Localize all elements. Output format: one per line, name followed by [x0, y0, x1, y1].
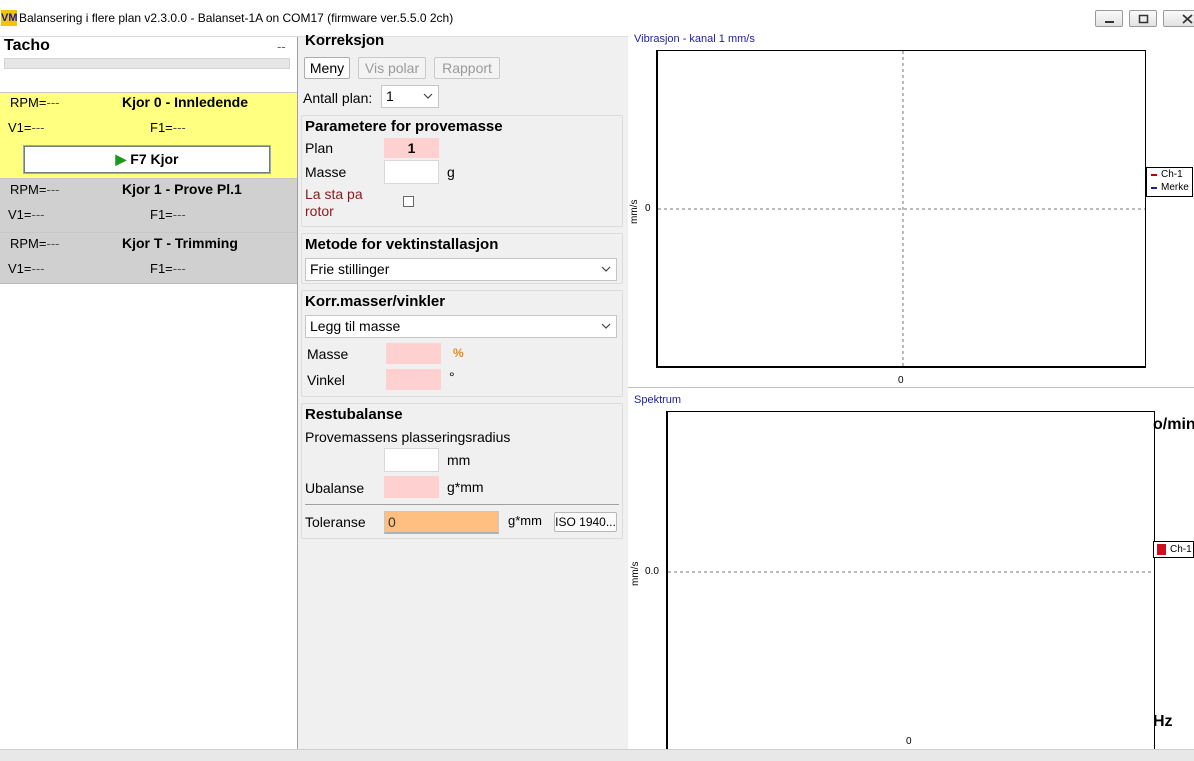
chart-panel: Vibrasjon - kanal 1 mm/s mm/s 0 0 Ch-1 M…	[628, 31, 1194, 761]
minimize-button[interactable]	[1095, 10, 1123, 27]
restore-icon	[1138, 14, 1149, 24]
tacho-value: --	[277, 39, 286, 54]
plane-value: 1	[384, 138, 439, 158]
trial-mass-unit: g	[447, 164, 455, 180]
correction-panel: Korreksjon Meny Vis polar Rapport Antall…	[298, 32, 628, 749]
legend-swatch	[1151, 174, 1157, 176]
report-button[interactable]: Rapport	[434, 57, 500, 79]
correction-mass-label: Masse	[307, 346, 349, 362]
tolerance-input[interactable]: 0	[384, 511, 499, 534]
correction-title: Korreksjon	[305, 32, 385, 49]
trial-mass-label: Masse	[305, 164, 347, 180]
run-t-f1: F1=---	[150, 261, 186, 276]
vibration-plot-area[interactable]	[656, 50, 1146, 368]
run-t-name: Kjor T - Trimming	[122, 235, 238, 251]
radius-input[interactable]	[384, 448, 439, 472]
correction-angle-unit: °	[449, 369, 455, 385]
trial-mass-group: Parametere for provemasse Plan 1 Masse g…	[301, 115, 623, 227]
spectrum-unit-top: o/min	[1153, 416, 1194, 433]
residual-unbalance-group: Restubalanse Provemassens plasseringsrad…	[301, 403, 623, 539]
run-t-card[interactable]: RPM=--- Kjor T - Trimming V1=--- F1=---	[0, 232, 297, 284]
run-t-v1: V1=---	[8, 261, 45, 276]
correction-angle-label: Vinkel	[307, 372, 345, 388]
tacho-progress-bar	[4, 58, 290, 69]
chevron-down-icon	[601, 266, 611, 272]
minimize-icon	[1105, 21, 1114, 23]
run-1-rpm: RPM=---	[10, 182, 60, 197]
vibration-chart-svg	[658, 51, 1145, 366]
unbalance-label: Ubalanse	[305, 480, 365, 496]
radius-unit: mm	[447, 452, 471, 468]
plane-label: Plan	[305, 140, 334, 156]
app-icon: VM	[1, 10, 18, 26]
tolerance-label: Toleranse	[305, 514, 366, 530]
maximize-button[interactable]	[1129, 10, 1157, 27]
correction-masses-title: Korr.masser/vinkler	[305, 293, 446, 310]
planes-select[interactable]: 1	[381, 85, 439, 108]
run-1-f1: F1=---	[150, 207, 186, 222]
unbalance-value	[384, 476, 439, 498]
run-0-card[interactable]: RPM=--- Kjor 0 - Innledende V1=--- F1=--…	[0, 92, 297, 178]
spectrum-legend: Ch-1	[1153, 541, 1194, 558]
run-1-name: Kjor 1 - Prove Pl.1	[122, 181, 242, 197]
tacho-title: Tacho	[4, 37, 50, 54]
iso-1940-button[interactable]: ISO 1940...	[554, 512, 617, 532]
leave-on-rotor-label-1: La sta pa	[305, 186, 363, 202]
spectrum-xtick-zero: 0	[906, 736, 912, 747]
chevron-down-icon	[601, 323, 611, 329]
run-0-v1: V1=---	[8, 120, 45, 135]
correction-mass-unit: %	[453, 346, 464, 360]
vibration-ytick-zero: 0	[645, 203, 651, 214]
legend-item: Merke	[1147, 181, 1192, 194]
method-select[interactable]: Frie stillinger	[305, 258, 617, 281]
play-icon: ▶	[115, 151, 127, 167]
method-group: Metode for vektinstallasjon Frie stillin…	[301, 233, 623, 284]
window-title: Balansering i flere plan v2.3.0.0 - Bala…	[19, 11, 454, 25]
leave-on-rotor-checkbox[interactable]	[403, 196, 414, 207]
residual-title: Restubalanse	[305, 406, 403, 423]
vibration-ylabel: mm/s	[629, 199, 640, 224]
method-title: Metode for vektinstallasjon	[305, 236, 499, 253]
trial-mass-input[interactable]	[384, 160, 439, 184]
correction-angle-value	[386, 369, 441, 390]
run-button[interactable]: ▶ F7 Kjor	[23, 145, 271, 174]
menu-button[interactable]: Meny	[304, 57, 350, 79]
radius-label: Provemassens plasseringsradius	[305, 429, 511, 445]
run-t-rpm: RPM=---	[10, 236, 60, 251]
spectrum-chart-title: Spektrum	[634, 394, 682, 406]
unbalance-unit: g*mm	[447, 479, 484, 495]
status-bar	[0, 749, 1194, 761]
close-icon	[1182, 14, 1193, 24]
spectrum-chart-svg	[668, 571, 1154, 573]
legend-item: Ch-1	[1154, 542, 1193, 558]
spectrum-ylabel: mm/s	[630, 561, 641, 586]
correction-mass-value	[386, 343, 441, 364]
run-0-name: Kjor 0 - Innledende	[122, 94, 249, 110]
spectrum-ytick-zero: 0.0	[645, 566, 659, 577]
correction-masses-group: Korr.masser/vinkler Legg til masse Masse…	[301, 290, 623, 397]
chevron-down-icon	[423, 93, 433, 99]
chart-divider	[628, 387, 1194, 388]
trial-mass-title: Parametere for provemasse	[305, 118, 503, 135]
tolerance-unit: g*mm	[508, 513, 542, 528]
spectrum-unit-bottom: Hz	[1153, 713, 1173, 730]
run-1-card[interactable]: RPM=--- Kjor 1 - Prove Pl.1 V1=--- F1=--…	[0, 178, 297, 232]
vibration-chart-title: Vibrasjon - kanal 1 mm/s	[634, 33, 755, 45]
correction-type-select[interactable]: Legg til masse	[305, 315, 617, 338]
tacho-panel: Tacho -- RPM=--- Kjor 0 - Innledende V1=…	[0, 37, 298, 749]
planes-label: Antall plan:	[303, 90, 373, 106]
vibration-xtick-zero: 0	[898, 375, 904, 386]
legend-swatch	[1151, 187, 1157, 189]
run-0-f1: F1=---	[150, 120, 186, 135]
legend-item: Ch-1	[1147, 168, 1192, 181]
vibration-legend: Ch-1 Merke	[1146, 167, 1193, 197]
spectrum-plot-area[interactable]	[666, 411, 1155, 761]
close-button[interactable]	[1163, 10, 1194, 27]
separator	[305, 504, 619, 505]
leave-on-rotor-label-2: rotor	[305, 203, 334, 219]
run-0-rpm: RPM=---	[10, 95, 60, 110]
legend-swatch	[1157, 544, 1166, 555]
run-1-v1: V1=---	[8, 207, 45, 222]
polar-button[interactable]: Vis polar	[358, 57, 426, 79]
